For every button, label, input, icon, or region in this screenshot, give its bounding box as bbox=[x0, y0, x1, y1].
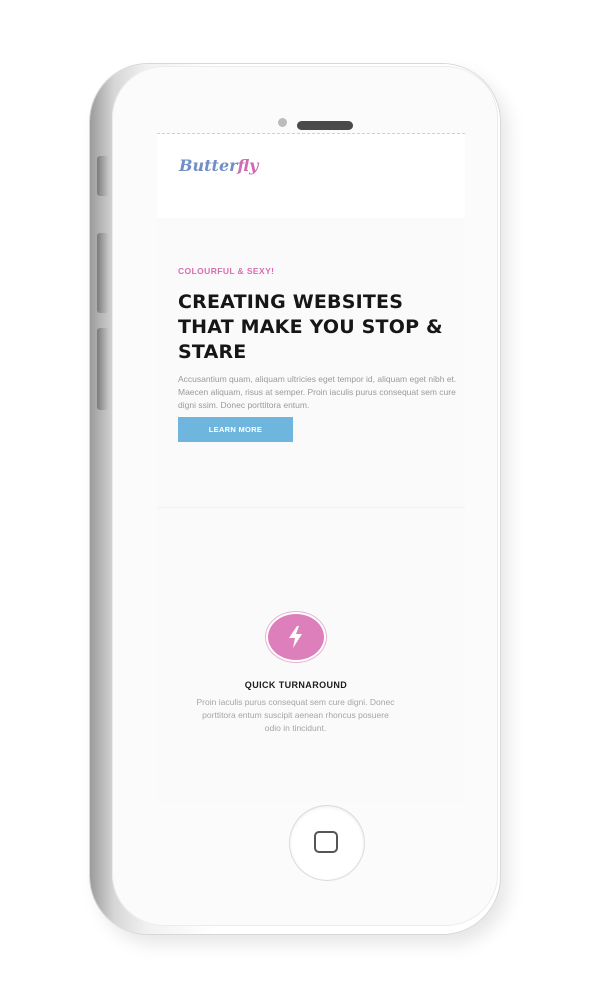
hero-body: Accusantium quam, aliquam ultricies eget… bbox=[178, 374, 457, 410]
site-logo[interactable]: Butterfly bbox=[179, 156, 258, 175]
feature-title: QUICK TURNAROUND bbox=[244, 680, 348, 690]
home-square-icon bbox=[314, 831, 338, 853]
phone-screen: Butterfly COLOURFUL & SEXY! CREATING WEB… bbox=[157, 133, 465, 802]
hero-headline: CREATING WEBSITES THAT MAKE YOU STOP & S… bbox=[178, 291, 443, 363]
feature-text: Proin iaculis purus consequat sem cure d… bbox=[196, 697, 395, 733]
camera-icon bbox=[278, 118, 287, 127]
logo-main: Butter bbox=[179, 156, 238, 175]
hero-eyebrow: COLOURFUL & SEXY! bbox=[178, 266, 275, 276]
lightning-icon bbox=[289, 626, 302, 648]
volume-down-button bbox=[97, 328, 109, 410]
section-divider bbox=[157, 507, 465, 508]
learn-more-button[interactable]: LEARN MORE bbox=[178, 417, 293, 442]
mute-switch bbox=[97, 156, 109, 196]
volume-up-button bbox=[97, 233, 109, 313]
home-button-icon[interactable] bbox=[290, 806, 364, 880]
hero-section: COLOURFUL & SEXY! CREATING WEBSITES THAT… bbox=[178, 266, 463, 412]
logo-tail: fly bbox=[237, 156, 259, 175]
speaker-icon bbox=[297, 121, 353, 130]
feature-icon-badge bbox=[268, 614, 324, 660]
site-header: Butterfly bbox=[157, 134, 465, 218]
